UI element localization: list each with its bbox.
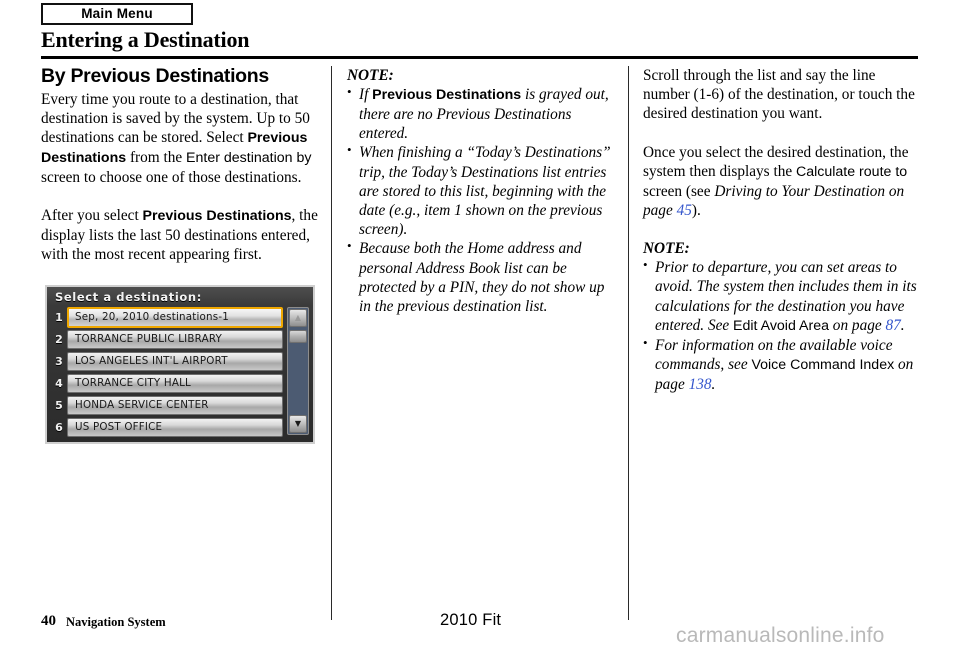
list-item[interactable]: 2 TORRANCE PUBLIC LIBRARY	[51, 329, 283, 350]
ui-term-calculate-route-to: Calculate route to	[795, 163, 908, 180]
paragraph-scroll-list: Scroll through the list and say the line…	[643, 67, 915, 123]
list-item-number: 4	[55, 376, 63, 390]
scroll-up-arrow-icon[interactable]: ▲	[289, 308, 307, 327]
list-item[interactable]: 1 Sep, 20, 2010 destinations-1	[51, 306, 283, 328]
list-item[interactable]: 4 TORRANCE CITY HALL	[51, 373, 283, 394]
title-divider-rule	[41, 56, 918, 59]
ui-term-edit-avoid-area: Edit Avoid Area	[733, 317, 829, 334]
list-item: For information on the available voice c…	[643, 334, 920, 394]
ui-term-previous-destinations: Previous Destinations	[372, 87, 522, 104]
note-bullet-list: If Previous Destinations is grayed out, …	[347, 84, 619, 316]
footer-page-number: 40	[41, 613, 56, 629]
ui-term-enter-destination-by: Enter destination by	[186, 150, 312, 167]
text-run: Because both the Home address and person…	[359, 240, 605, 315]
list-item: Because both the Home address and person…	[347, 238, 619, 316]
scrollbar[interactable]: ▲ ▼	[287, 306, 309, 435]
list-item[interactable]: 5 HONDA SERVICE CENTER	[51, 395, 283, 416]
scroll-down-arrow-icon[interactable]: ▼	[289, 414, 307, 433]
page-title: Entering a Destination	[41, 27, 250, 52]
list-item: When finishing a “Today’s Destinations” …	[347, 142, 619, 239]
scrollbar-thumb[interactable]	[289, 329, 307, 343]
text-run: ).	[691, 201, 701, 219]
page-reference[interactable]: 87	[886, 317, 901, 334]
list-item-number: 1	[55, 310, 63, 324]
page-reference[interactable]: 45	[677, 202, 692, 219]
text-run: on page	[828, 316, 886, 334]
list-item[interactable]: 3 LOS ANGELES INT'L AIRPORT	[51, 351, 283, 372]
footer-system-name: Navigation System	[66, 615, 166, 629]
list-item-label[interactable]: HONDA SERVICE CENTER	[67, 395, 283, 415]
list-item-label[interactable]: Sep, 20, 2010 destinations-1	[67, 306, 283, 328]
note-bullet-list: Prior to departure, you can set areas to…	[643, 257, 920, 394]
list-item-number: 3	[55, 354, 63, 368]
list-item: Prior to departure, you can set areas to…	[643, 257, 920, 335]
column-divider-left	[331, 66, 332, 620]
cross-reference-title: Driving to Your Destination	[714, 182, 886, 200]
ui-term-previous-destinations: Previous Destinations	[142, 208, 292, 225]
list-item[interactable]: 6 US POST OFFICE	[51, 417, 283, 438]
note-label: NOTE:	[347, 67, 394, 84]
column-right: Scroll through the list and say the line…	[643, 66, 920, 394]
list-item-label[interactable]: US POST OFFICE	[67, 417, 283, 437]
column-left: By Previous Destinations Every time you …	[41, 65, 319, 264]
nav-screen-title: Select a destination:	[55, 290, 202, 304]
main-menu-tab[interactable]: Main Menu	[41, 3, 193, 25]
list-item-number: 5	[55, 398, 63, 412]
list-item-number: 2	[55, 332, 63, 346]
paragraph-intro: Every time you route to a destination, t…	[41, 90, 319, 187]
list-item-label[interactable]: TORRANCE CITY HALL	[67, 373, 283, 393]
column-middle: NOTE: If Previous Destinations is grayed…	[347, 66, 619, 316]
section-heading: By Previous Destinations	[41, 65, 269, 87]
footer-model-year: 2010 Fit	[440, 611, 502, 629]
text-run: screen (see	[643, 182, 715, 200]
list-item: If Previous Destinations is grayed out, …	[347, 84, 619, 143]
list-item-label[interactable]: TORRANCE PUBLIC LIBRARY	[67, 329, 283, 349]
text-run: .	[711, 375, 716, 393]
text-run: After you select	[41, 207, 143, 225]
page-reference[interactable]: 138	[689, 376, 712, 393]
scrollbar-track[interactable]	[289, 328, 307, 414]
paragraph-calculate-route: Once you select the desired destination,…	[643, 143, 920, 220]
text-run: When finishing a “Today’s Destinations” …	[359, 144, 611, 239]
list-item-number: 6	[55, 420, 63, 434]
paragraph-after-select: After you select Previous Destinations, …	[41, 206, 319, 264]
navigation-screen-figure: Select a destination: 1 Sep, 20, 2010 de…	[45, 285, 315, 444]
main-menu-tab-label: Main Menu	[81, 6, 153, 22]
text-run: If	[359, 86, 373, 104]
text-run: screen to choose one of those destinatio…	[41, 168, 302, 186]
text-run: .	[900, 316, 905, 334]
list-item-label[interactable]: LOS ANGELES INT'L AIRPORT	[67, 351, 283, 371]
text-run: from the	[126, 149, 187, 167]
site-watermark: carmanualsonline.info	[676, 624, 885, 647]
note-label: NOTE:	[643, 239, 690, 257]
destination-list: 1 Sep, 20, 2010 destinations-1 2 TORRANC…	[51, 306, 283, 439]
column-divider-right	[628, 66, 629, 620]
ui-term-voice-command-index: Voice Command Index	[751, 356, 895, 373]
nav-screen-body: 1 Sep, 20, 2010 destinations-1 2 TORRANC…	[47, 306, 313, 439]
